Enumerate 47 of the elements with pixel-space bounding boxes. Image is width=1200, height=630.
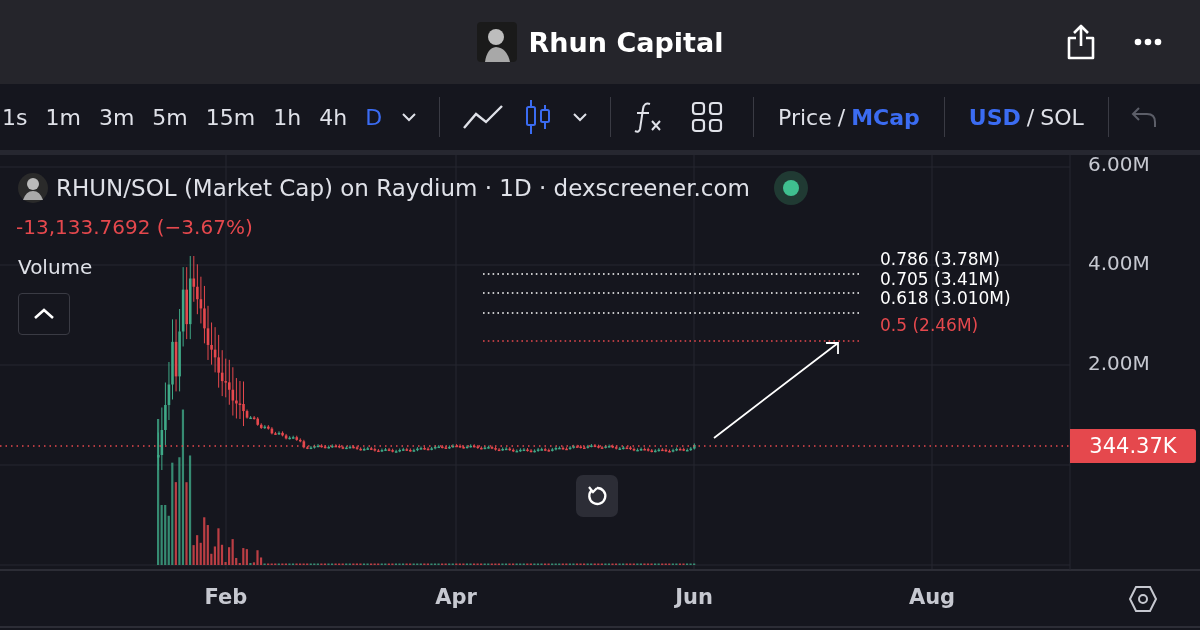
token-icon [18,173,48,203]
candlestick-icon[interactable] [524,99,553,135]
interval-tab[interactable]: 5m [143,97,197,137]
line-chart-icon[interactable] [462,104,505,130]
interval-tab[interactable]: 1h [264,97,311,137]
chart-title: RHUN/SOL (Market Cap) on Raydium · 1D · dexscreener.com [56,175,750,201]
fib-level-label: 0.618 (3.010M) [880,290,1011,307]
fib-level-label: 0.5 (2.46M) [880,317,979,334]
reset-button[interactable] [576,475,618,517]
toggle-option[interactable]: Price [778,97,832,137]
chevron-up-icon [33,308,55,320]
settings-icon[interactable] [1128,585,1158,613]
interval-tab[interactable]: 3m [89,97,144,137]
interval-tab[interactable]: 15m [196,97,265,137]
axis-tick-label: 4.00M [1088,251,1150,275]
caret-icon[interactable] [401,112,418,122]
layout-grid-icon[interactable] [691,101,724,133]
page-title: Rhun Capital [528,26,724,58]
price-badge: 344.37K [1070,429,1196,463]
avatar-icon [476,22,517,62]
toggle-option[interactable]: MCap [851,97,920,137]
interval-tab[interactable]: 1m [36,97,90,137]
formula-icon[interactable] [633,101,664,133]
fib-level-label: 0.705 (3.41M) [880,271,1000,288]
volume-label: Volume [18,255,93,279]
fib-level-label: 0.786 (3.78M) [880,251,1000,268]
slash-separator: / [1025,104,1036,130]
more-icon[interactable] [1134,38,1162,46]
axis-tick-label: 2.00M [1088,351,1150,375]
collapse-button[interactable] [18,293,70,335]
toggle-option[interactable]: USD [968,97,1021,137]
reset-icon [586,485,608,507]
axis-tick-label: Jun [675,585,713,609]
interval-tab[interactable]: 4h [310,97,357,137]
slash-separator: / [836,104,847,130]
interval-tab[interactable]: D [356,97,392,137]
axis-tick-label: Aug [908,585,956,609]
axis-tick-label: Apr [435,585,477,609]
undo-icon[interactable] [1130,106,1157,128]
caret-icon[interactable] [572,112,589,122]
axis-tick-label: Feb [204,585,248,609]
axis-tick-label: 6.00M [1088,152,1150,176]
price-change: -13,133.7692 (−3.67%) [16,215,253,239]
status-dot-icon [773,171,808,205]
interval-tab[interactable]: 1s [0,97,37,137]
toggle-option[interactable]: SOL [1040,97,1084,137]
share-icon[interactable] [1066,24,1096,60]
